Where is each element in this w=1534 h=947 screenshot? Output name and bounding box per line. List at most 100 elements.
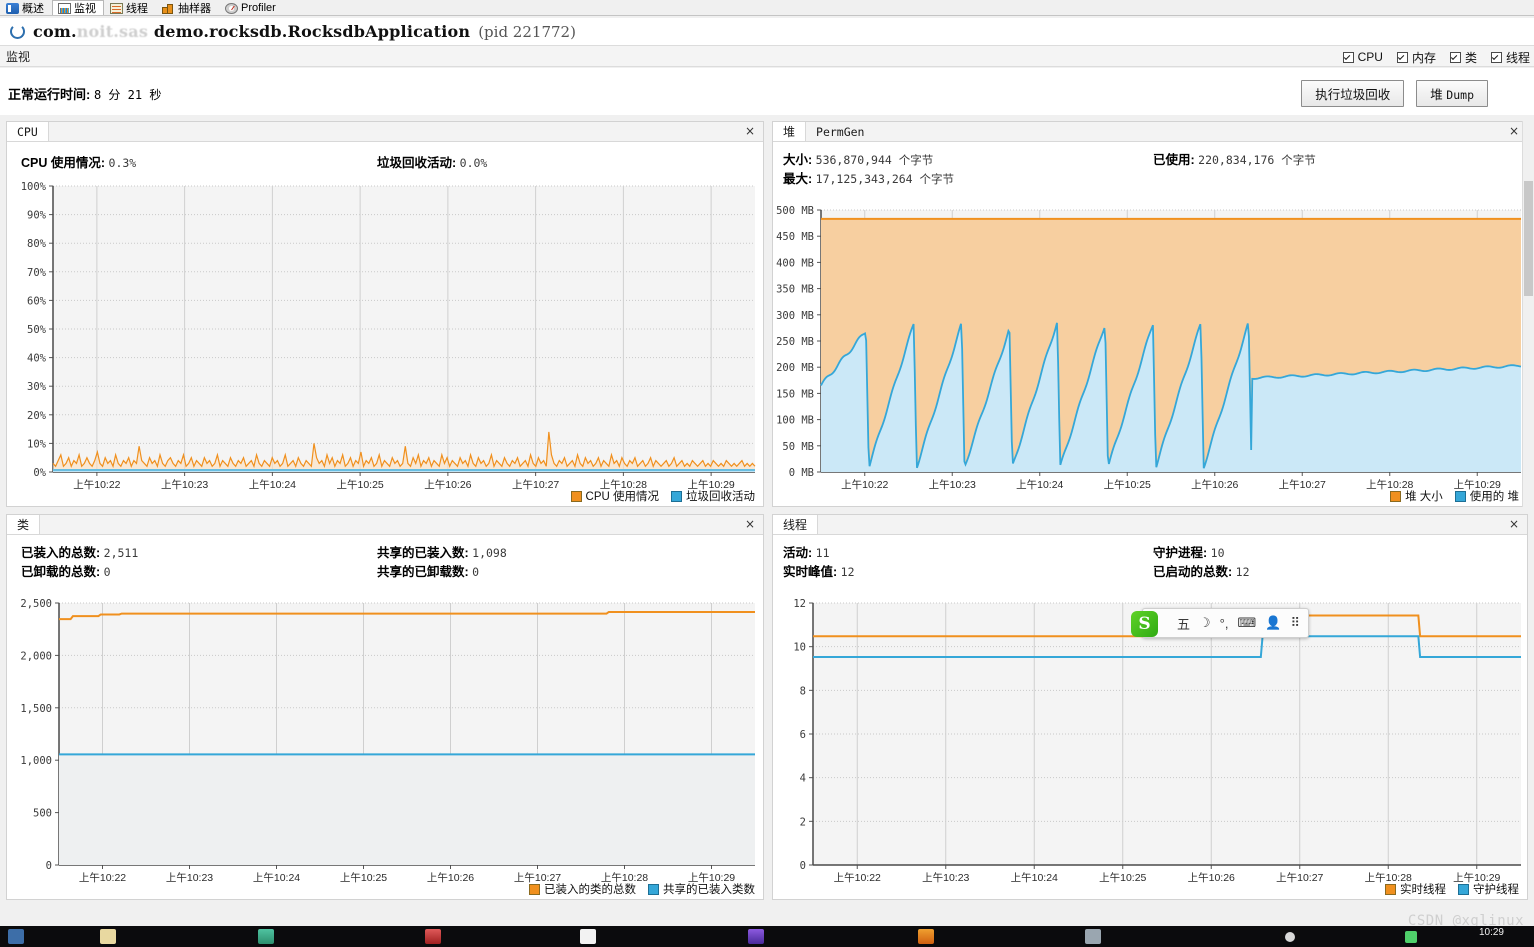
- tab-overview[interactable]: 概述: [0, 0, 52, 15]
- svg-text:上午10:27: 上午10:27: [1279, 478, 1326, 491]
- taskbar-item-active[interactable]: [918, 929, 934, 944]
- taskbar-icon[interactable]: [580, 929, 596, 944]
- cpu-chart-svg: 0% 10% 20% 30% 40% 50% 60% 70% 80% 90% 100% 上午10:22…: [21, 181, 756, 491]
- taskbar-tray-item[interactable]: [1405, 930, 1417, 943]
- heap-panel-tab-heap[interactable]: 堆: [773, 122, 807, 141]
- svg-text:上午10:24: 上午10:24: [253, 871, 300, 884]
- classes-loaded-total-label: 已装入的总数:: [21, 546, 101, 560]
- checkbox-classes[interactable]: 类: [1449, 49, 1477, 66]
- taskbar-clock[interactable]: 10:29: [1479, 928, 1504, 938]
- checkbox-memory-box[interactable]: [1396, 51, 1408, 63]
- svg-text:上午10:24: 上午10:24: [1011, 871, 1058, 884]
- taskbar-item[interactable]: [580, 929, 596, 944]
- classes-shared-loaded-label: 共享的已装入数:: [377, 546, 469, 560]
- taskbar-item[interactable]: [1085, 929, 1101, 944]
- cpu-panel-stats: CPU 使用情况: 0.3% 垃圾回收活动: 0.0%: [7, 142, 763, 176]
- svg-text:350 MB: 350 MB: [776, 284, 814, 296]
- ime-moon-icon[interactable]: ☽: [1199, 615, 1211, 631]
- heap-chart[interactable]: 0 MB 50 MB 100 MB 150 MB 200 MB 250 MB 300 MB 3…: [773, 194, 1527, 506]
- svg-text:2: 2: [800, 816, 806, 828]
- gc-activity-stat: 垃圾回收活动: 0.0%: [377, 152, 487, 171]
- sogou-logo-icon[interactable]: S: [1131, 611, 1158, 637]
- taskbar-icon[interactable]: [425, 929, 441, 944]
- heap-panel: 堆 PermGen × 大小: 536,870,944 个字节 最大: 17,1…: [772, 121, 1528, 507]
- taskbar-icon[interactable]: [100, 929, 116, 944]
- taskbar-item[interactable]: [748, 929, 764, 944]
- tray-sogou-icon[interactable]: [1405, 930, 1417, 943]
- ime-apps-icon[interactable]: ⠿: [1290, 615, 1300, 631]
- taskbar-item[interactable]: [425, 929, 441, 944]
- checkbox-cpu[interactable]: CPU: [1342, 50, 1383, 64]
- threads-panel-close-icon[interactable]: ×: [1507, 517, 1521, 531]
- ime-mode-icon[interactable]: 五: [1177, 614, 1190, 633]
- svg-text:80%: 80%: [27, 238, 47, 250]
- checkbox-memory[interactable]: 内存: [1396, 49, 1436, 66]
- scrollbar-thumb[interactable]: [1524, 181, 1533, 296]
- legend-heap-used: 使用的 堆: [1454, 488, 1519, 504]
- checkbox-cpu-box[interactable]: [1342, 51, 1354, 63]
- svg-text:上午10:27: 上午10:27: [512, 478, 559, 491]
- classes-chart[interactable]: 0 500 1,000 1,500 2,000 2,500 上午10:22 上午10:23 上午…: [7, 587, 763, 899]
- tab-monitor-label: 监视: [74, 3, 96, 15]
- legend-swatch-orange: [1390, 490, 1402, 502]
- svg-text:0: 0: [800, 860, 806, 872]
- ime-keyboard-icon[interactable]: ⌨: [1237, 615, 1256, 631]
- legend-swatch-blue: [648, 883, 659, 895]
- heap-panel-tab-permgen[interactable]: PermGen: [806, 122, 874, 141]
- cpu-panel-close-icon[interactable]: ×: [743, 124, 757, 138]
- checkbox-classes-label: 类: [1464, 50, 1477, 65]
- classes-chart-legend: 已装入的类的总数 共享的已装入类数: [529, 881, 755, 897]
- tab-profiler[interactable]: Profiler: [219, 0, 284, 15]
- cpu-chart[interactable]: 0% 10% 20% 30% 40% 50% 60% 70% 80% 90% 100% 上午10:22…: [7, 176, 763, 506]
- checkbox-threads-label: 线程: [1505, 50, 1530, 65]
- checkbox-threads[interactable]: 线程: [1490, 49, 1530, 66]
- ime-punctuation-icon[interactable]: °,: [1220, 616, 1229, 631]
- tray-icon[interactable]: [1285, 931, 1295, 942]
- ime-user-icon[interactable]: 👤: [1265, 615, 1281, 631]
- svg-text:6: 6: [800, 729, 806, 741]
- taskbar-item[interactable]: [100, 929, 116, 944]
- svg-text:40%: 40%: [27, 353, 47, 365]
- taskbar-tray-item[interactable]: [1285, 931, 1295, 942]
- classes-panel-close-icon[interactable]: ×: [743, 517, 757, 531]
- vertical-scrollbar[interactable]: [1522, 121, 1533, 507]
- threads-started-total-label: 已启动的总数:: [1153, 565, 1233, 579]
- taskbar-item[interactable]: [258, 929, 274, 944]
- classes-loaded-total-value: 2,511: [103, 546, 139, 560]
- ime-toolbar[interactable]: S 五 ☽ °, ⌨ 👤 ⠿: [1131, 608, 1309, 638]
- checkbox-cpu-label: CPU: [1357, 50, 1383, 64]
- taskbar-item[interactable]: [8, 929, 24, 944]
- legend-classes-loaded: 已装入的类的总数: [529, 881, 636, 897]
- threads-panel-tabs: 线程 ×: [773, 515, 1527, 535]
- cpu-panel-tab[interactable]: CPU: [7, 122, 49, 141]
- taskbar-icon[interactable]: [748, 929, 764, 944]
- svg-text:0%: 0%: [33, 467, 46, 479]
- heap-max-stat: 最大: 17,125,343,264 个字节: [783, 168, 954, 187]
- svg-text:10: 10: [793, 642, 806, 654]
- tab-threads-label: 线程: [126, 3, 148, 15]
- checkbox-threads-box[interactable]: [1490, 51, 1502, 63]
- svg-text:50%: 50%: [27, 324, 47, 336]
- legend-heap-size-label: 堆 大小: [1405, 491, 1443, 503]
- checkbox-classes-box[interactable]: [1449, 51, 1461, 63]
- classes-chart-svg: 0 500 1,000 1,500 2,000 2,500 上午10:22 上午10:23 上午…: [20, 598, 755, 884]
- svg-text:上午10:27: 上午10:27: [1276, 871, 1323, 884]
- svg-text:12: 12: [793, 598, 806, 610]
- svg-text:上午10:26: 上午10:26: [1188, 871, 1235, 884]
- taskbar-icon[interactable]: [918, 929, 934, 944]
- heap-panel-close-icon[interactable]: ×: [1507, 124, 1521, 138]
- perform-gc-button[interactable]: 执行垃圾回收: [1301, 80, 1405, 107]
- taskbar-icon[interactable]: [8, 929, 24, 944]
- svg-text:450 MB: 450 MB: [776, 231, 814, 243]
- tab-monitor[interactable]: 监视: [52, 0, 104, 15]
- taskbar-icon[interactable]: [258, 929, 274, 944]
- tab-threads[interactable]: 线程: [104, 0, 156, 15]
- threads-live-stat: 活动: 11: [783, 542, 830, 561]
- classes-panel-tab[interactable]: 类: [7, 515, 41, 534]
- svg-text:250 MB: 250 MB: [776, 336, 814, 348]
- threads-panel-tab[interactable]: 线程: [773, 515, 819, 534]
- uptime-and-actions-row: 正常运行时间: 8 分 21 秒 执行垃圾回收 堆 Dump: [0, 68, 1534, 115]
- tab-sampler[interactable]: 抽样器: [156, 0, 219, 15]
- heap-dump-button[interactable]: 堆 Dump: [1416, 80, 1488, 107]
- taskbar-icon[interactable]: [1085, 929, 1101, 944]
